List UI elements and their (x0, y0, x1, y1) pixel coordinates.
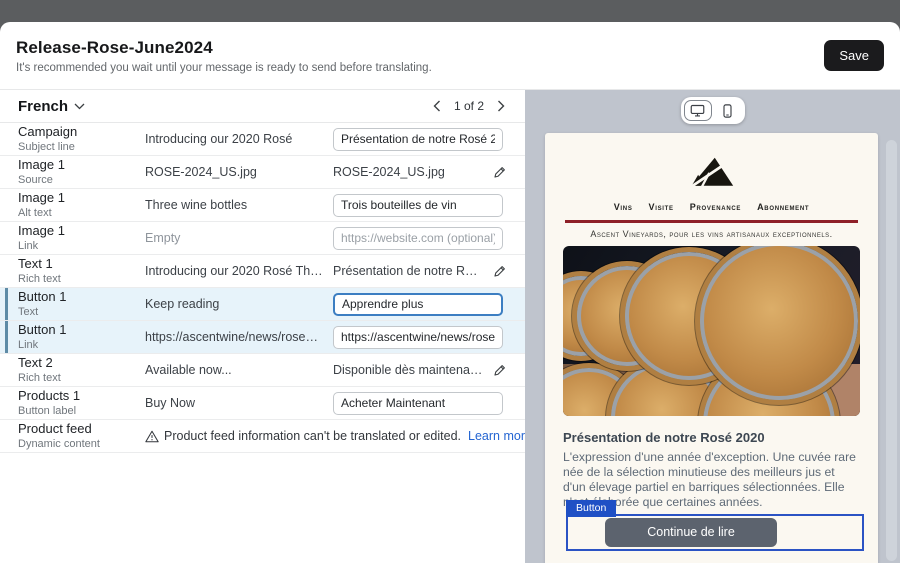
pencil-icon (492, 165, 507, 180)
source-text: Introducing our 2020 Rosé The expressi..… (145, 264, 333, 278)
translation-table-panel: French 1 of 2 Campaign Subject (0, 90, 525, 563)
nav-item-abonnement[interactable]: Abonnement (757, 202, 809, 212)
save-button[interactable]: Save (824, 40, 884, 71)
source-text: ROSE-2024_US.jpg (145, 165, 333, 179)
desktop-toggle-button[interactable] (684, 100, 712, 121)
window-top-bar (0, 0, 900, 22)
field-label: Button 1 (18, 323, 145, 337)
field-label: Campaign (18, 125, 145, 139)
nav-item-vins[interactable]: Vins (614, 202, 633, 212)
table-row-button-text: Button 1 Text Keep reading (0, 288, 525, 321)
field-sublabel: Source (18, 174, 145, 186)
translation-modal: Release-Rose-June2024 It's recommended y… (0, 22, 900, 563)
translation-input-products-button[interactable] (333, 392, 503, 415)
learn-more-link[interactable]: Learn more (468, 429, 532, 443)
page-subtitle: It's recommended you wait until your mes… (16, 62, 432, 74)
field-label: Button 1 (18, 290, 145, 304)
notice-text: Product feed information can't be transl… (164, 429, 461, 443)
email-cta-button[interactable]: Continue de lire (605, 518, 777, 547)
desktop-icon (690, 104, 705, 117)
source-text: Introducing our 2020 Rosé (145, 132, 333, 146)
pencil-icon (492, 363, 507, 378)
table-row-image-source: Image 1 Source ROSE-2024_US.jpg ROSE-202… (0, 156, 525, 189)
field-label: Product feed (18, 422, 145, 436)
table-row-image-link: Image 1 Link Empty (0, 222, 525, 255)
field-label: Image 1 (18, 224, 145, 238)
source-text: https://ascentwine/news/rose2024 (145, 330, 333, 344)
edit-button[interactable] (490, 361, 509, 380)
source-text: Buy Now (145, 396, 333, 410)
page-title: Release-Rose-June2024 (16, 38, 432, 58)
table-row-image-alt: Image 1 Alt text Three wine bottles (0, 189, 525, 222)
language-dropdown[interactable]: French (18, 98, 85, 115)
preview-scrollbar[interactable] (886, 140, 897, 561)
email-tagline: Ascent Vineyards, pour les vins artisana… (545, 229, 878, 239)
edit-button[interactable] (490, 262, 509, 281)
mobile-toggle-button[interactable] (714, 100, 742, 121)
table-row-campaign-subject: Campaign Subject line Introducing our 20… (0, 123, 525, 156)
page-indicator: 1 of 2 (454, 99, 484, 113)
table-row-product-feed: Product feed Dynamic content Product fee… (0, 420, 525, 453)
email-nav: Vins Visite Provenance Abonnement (545, 202, 878, 212)
device-toggle (681, 97, 745, 124)
field-sublabel: Link (18, 339, 145, 351)
field-label: Text 2 (18, 356, 145, 370)
pagination: 1 of 2 (431, 98, 507, 114)
email-heading[interactable]: Présentation de notre Rosé 2020 (563, 430, 860, 445)
field-sublabel: Rich text (18, 273, 145, 285)
table-row-button-link: Button 1 Link https://ascentwine/news/ro… (0, 321, 525, 354)
source-text: Three wine bottles (145, 198, 333, 212)
prev-page-button[interactable] (431, 98, 443, 114)
field-sublabel: Subject line (18, 141, 145, 153)
nav-item-visite[interactable]: Visite (649, 202, 674, 212)
source-text: Available now... (145, 363, 333, 377)
mountain-logo-icon (689, 153, 735, 191)
product-feed-notice: Product feed information can't be transl… (145, 429, 552, 443)
field-sublabel: Alt text (18, 207, 145, 219)
next-page-button[interactable] (495, 98, 507, 114)
table-row-text1: Text 1 Rich text Introducing our 2020 Ro… (0, 255, 525, 288)
field-label: Image 1 (18, 191, 145, 205)
translation-input-button-link[interactable] (333, 326, 503, 349)
chevron-right-icon (497, 100, 505, 112)
translation-input-button-text[interactable] (333, 293, 503, 316)
translation-text: Disponible dès maintenant... (333, 363, 483, 377)
field-label: Image 1 (18, 158, 145, 172)
mobile-icon (723, 104, 732, 118)
source-text: Empty (145, 231, 333, 245)
chevron-down-icon (74, 103, 85, 110)
panel-header: French 1 of 2 (0, 90, 525, 123)
field-sublabel: Button label (18, 405, 145, 417)
email-preview-panel: Vins Visite Provenance Abonnement Ascent… (525, 90, 900, 563)
field-sublabel: Text (18, 306, 145, 318)
field-sublabel: Link (18, 240, 145, 252)
brand-divider (565, 220, 858, 223)
translation-input-alt-text[interactable] (333, 194, 503, 217)
field-label: Products 1 (18, 389, 145, 403)
table-row-products-button: Products 1 Button label Buy Now (0, 387, 525, 420)
edit-button[interactable] (490, 163, 509, 182)
translation-text: Présentation de notre Rosé 2020 L'... (333, 264, 483, 278)
translation-input-subject[interactable] (333, 128, 503, 151)
translation-text: ROSE-2024_US.jpg (333, 165, 445, 179)
pencil-icon (492, 264, 507, 279)
email-preview: Vins Visite Provenance Abonnement Ascent… (545, 133, 878, 563)
field-sublabel: Rich text (18, 372, 145, 384)
field-sublabel: Dynamic content (18, 438, 145, 450)
translation-input-image-link[interactable] (333, 227, 503, 250)
selected-button-block[interactable]: Button Continue de lire (566, 514, 864, 551)
selection-tag: Button (566, 500, 616, 517)
modal-header: Release-Rose-June2024 It's recommended y… (0, 22, 900, 90)
chevron-left-icon (433, 100, 441, 112)
table-row-text2: Text 2 Rich text Available now... Dispon… (0, 354, 525, 387)
field-label: Text 1 (18, 257, 145, 271)
language-label: French (18, 98, 68, 115)
warning-triangle-icon (145, 430, 159, 443)
source-text: Keep reading (145, 297, 333, 311)
nav-item-provenance[interactable]: Provenance (690, 202, 741, 212)
wine-barrels-image[interactable] (563, 246, 860, 416)
